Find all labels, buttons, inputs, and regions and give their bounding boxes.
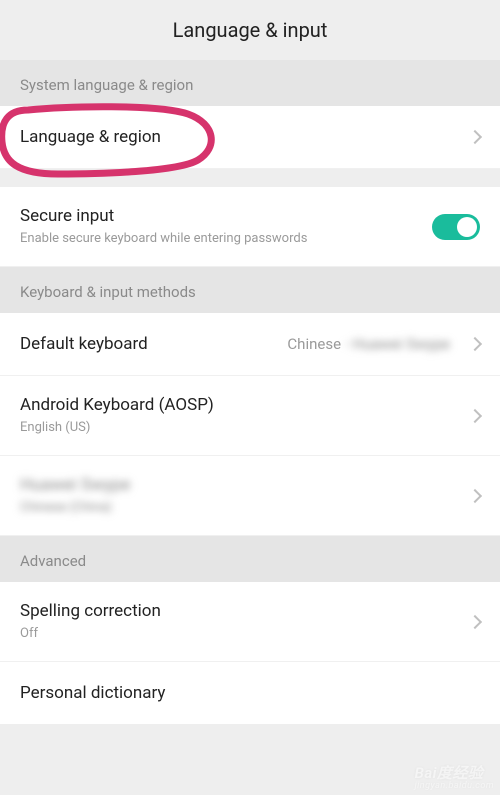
row-redacted-keyboard[interactable]: Huawei Swype Chinese (China): [0, 456, 500, 536]
chevron-right-icon: [468, 489, 482, 503]
row-subtitle: Off: [20, 626, 470, 643]
row-language-region[interactable]: Language & region: [0, 106, 500, 169]
section-keyboard-methods: Keyboard & input methods: [0, 267, 500, 313]
row-subtitle: Enable secure keyboard while entering pa…: [20, 231, 432, 248]
header-bar: Language & input: [0, 0, 500, 60]
watermark: Bai度经验 jingyan.baidu.com: [415, 762, 494, 791]
section-system-language: System language & region: [0, 60, 500, 106]
row-title: Personal dictionary: [20, 682, 480, 704]
section-advanced: Advanced: [0, 536, 500, 582]
row-value: Chinese - Huawei Swype: [287, 335, 450, 353]
row-spelling-correction[interactable]: Spelling correction Off: [0, 582, 500, 662]
chevron-right-icon: [468, 409, 482, 423]
row-secure-input[interactable]: Secure input Enable secure keyboard whil…: [0, 187, 500, 267]
row-title-redacted: Huawei Swype: [20, 474, 470, 496]
row-subtitle-redacted: Chinese (China): [20, 500, 470, 517]
row-title: Spelling correction: [20, 600, 470, 622]
toggle-thumb: [457, 217, 477, 237]
row-title: Default keyboard: [20, 333, 148, 355]
row-title: Secure input: [20, 205, 432, 227]
divider-gap: [0, 169, 500, 187]
row-default-keyboard[interactable]: Default keyboard Chinese - Huawei Swype: [0, 313, 500, 376]
row-title: Android Keyboard (AOSP): [20, 394, 470, 416]
row-title: Language & region: [20, 126, 470, 148]
row-subtitle: English (US): [20, 420, 470, 437]
chevron-right-icon: [468, 130, 482, 144]
row-android-keyboard[interactable]: Android Keyboard (AOSP) English (US): [0, 376, 500, 456]
chevron-right-icon: [468, 337, 482, 351]
page-title: Language & input: [173, 18, 328, 42]
row-personal-dictionary[interactable]: Personal dictionary: [0, 662, 500, 724]
chevron-right-icon: [468, 615, 482, 629]
secure-input-toggle[interactable]: [432, 214, 480, 240]
